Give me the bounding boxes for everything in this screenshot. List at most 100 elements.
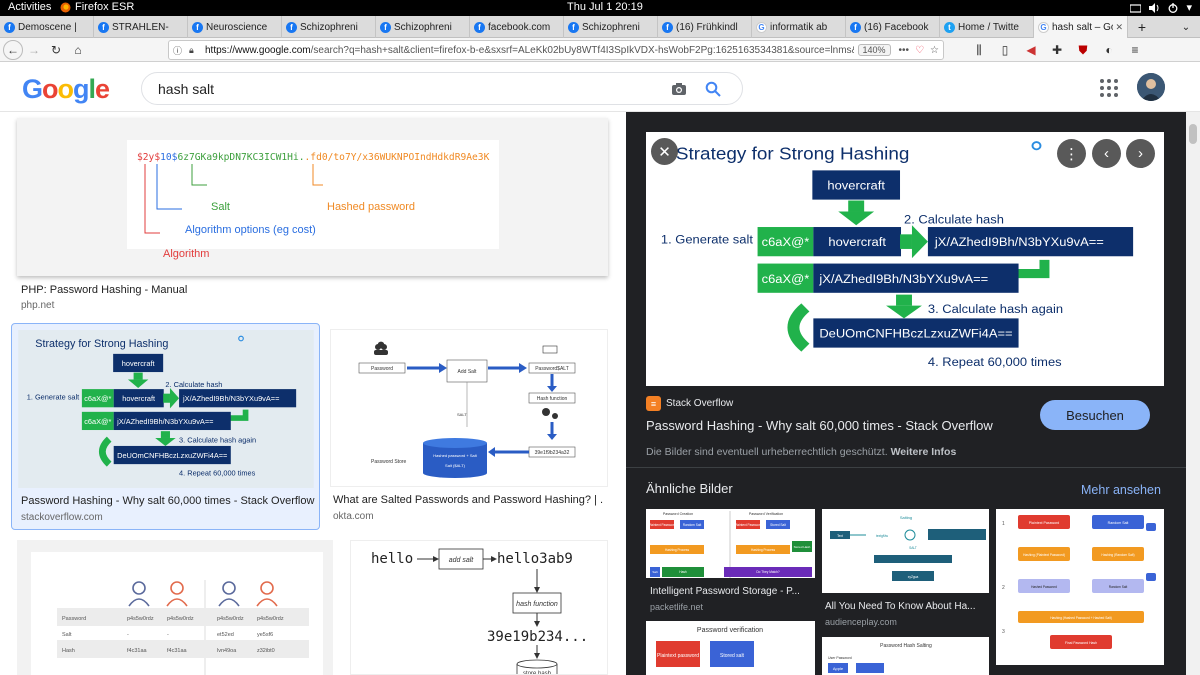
r1-p2: Plaintext Password bbox=[734, 523, 761, 527]
menu-icon[interactable]: ≡ bbox=[1124, 40, 1146, 60]
tab-5[interactable]: f facebook.com bbox=[470, 16, 564, 38]
table-cell: - bbox=[167, 632, 169, 638]
result-title[interactable]: What are Salted Passwords and Password H… bbox=[333, 494, 603, 506]
plus-icon: + bbox=[1137, 19, 1147, 35]
result-thumbnail[interactable]: Strategy for Strong Hashing hovercraft 1… bbox=[18, 330, 314, 488]
google-apps-icon[interactable] bbox=[1099, 78, 1119, 98]
url-text[interactable]: https://www.google.com/search?q=hash+sal… bbox=[205, 45, 854, 56]
result-hello-salt[interactable]: hello add salt hello3ab9 hash function 3… bbox=[350, 540, 608, 675]
library-icon[interactable]: ⫼ bbox=[968, 40, 990, 60]
search-input[interactable]: hash salt bbox=[158, 81, 658, 97]
home-button[interactable]: ⌂ bbox=[67, 40, 89, 60]
previous-image-button[interactable]: ‹ bbox=[1092, 139, 1121, 168]
result-title[interactable]: Password Hashing - Why salt 60,000 times… bbox=[21, 495, 316, 507]
reload-button[interactable]: ↻ bbox=[45, 40, 67, 60]
extension-puzzle-icon[interactable]: ✚ bbox=[1046, 40, 1068, 60]
label-algorithm: Algorithm bbox=[163, 248, 210, 260]
close-tab-icon[interactable]: ✕ bbox=[1115, 22, 1123, 33]
table-cell: p4s5w0rdz bbox=[257, 616, 284, 622]
r5-u: User Password bbox=[828, 656, 852, 660]
result-table-image[interactable]: Password p4s5w0rdz p4s5w0rdz p4s5w0rdz p4s5w… bbox=[17, 540, 333, 675]
google-logo[interactable]: Google bbox=[22, 74, 110, 105]
more-info-link[interactable]: Weitere Infos bbox=[891, 446, 957, 458]
result-source[interactable]: okta.com bbox=[333, 511, 374, 522]
tab-2[interactable]: f Neuroscience bbox=[188, 16, 282, 38]
result-thumbnail[interactable]: Password p4s5w0rdz p4s5w0rdz p4s5w0rdz p4s5w… bbox=[17, 540, 333, 675]
result-thumbnail[interactable]: hello add salt hello3ab9 hash function 3… bbox=[350, 540, 608, 675]
bookmark-star-icon[interactable]: ☆ bbox=[930, 45, 939, 56]
camera-icon[interactable] bbox=[666, 76, 692, 102]
activities-button[interactable]: Activities bbox=[8, 1, 51, 13]
page-actions-icon[interactable]: ••• bbox=[899, 45, 910, 56]
result-okta[interactable]: Password Add Salt Password$ALT Hash func… bbox=[330, 329, 608, 529]
sidebar-icon[interactable]: ▯ bbox=[994, 40, 1016, 60]
tab-9[interactable]: f (16) Facebook bbox=[846, 16, 940, 38]
clock[interactable]: Thu Jul 1 20:19 bbox=[567, 1, 643, 13]
more-options-button[interactable]: ⋮ bbox=[1057, 139, 1086, 168]
related-image-3[interactable]: Plaintext Password Random Salt Hashing (… bbox=[996, 509, 1164, 665]
preview-title[interactable]: Password Hashing - Why salt 60,000 times… bbox=[646, 418, 993, 433]
pocket-icon[interactable]: ♡ bbox=[915, 45, 924, 56]
result-source[interactable]: php.net bbox=[21, 300, 54, 311]
tab-0[interactable]: f Demoscene | bbox=[0, 16, 94, 38]
hash-1: jX/AZhedI9Bh/N3bYXu9vA== bbox=[182, 394, 279, 403]
related-image-4[interactable]: Password verification Plaintext password… bbox=[646, 621, 815, 675]
tab-6[interactable]: f Schizophreni bbox=[564, 16, 658, 38]
r5-a: Apple bbox=[833, 666, 844, 671]
result-title[interactable]: PHP: Password Hashing - Manual bbox=[21, 284, 187, 296]
app-menu[interactable]: Firefox ESR bbox=[60, 1, 134, 13]
tab-11[interactable]: Ghash salt – Go ✕ bbox=[1034, 16, 1128, 38]
table-cell: p4s5w0rdz bbox=[127, 616, 154, 622]
back-button[interactable]: ← bbox=[3, 39, 23, 60]
extension-icon[interactable]: ◐ bbox=[1098, 40, 1120, 60]
tab-1[interactable]: f STRAHLEN- bbox=[94, 16, 188, 38]
table-cell: ye5sf6 bbox=[257, 632, 273, 638]
close-preview-button[interactable]: ✕ bbox=[651, 138, 678, 165]
result-thumbnail[interactable]: Password Add Salt Password$ALT Hash func… bbox=[330, 329, 608, 487]
extension-megaphone-icon[interactable]: ◀ bbox=[1020, 40, 1042, 60]
preview-image[interactable]: Strategy for Strong Hashing hovercraft 1… bbox=[646, 132, 1164, 386]
tab-3[interactable]: f Schizophreni bbox=[282, 16, 376, 38]
search-icon[interactable] bbox=[700, 76, 726, 102]
url-bar[interactable]: ⓘ 🔒︎ https://www.google.com/search?q=has… bbox=[168, 40, 944, 60]
facebook-icon: f bbox=[474, 21, 485, 33]
new-tab-button[interactable]: + bbox=[1128, 16, 1156, 38]
lock-icon[interactable]: 🔒︎ bbox=[189, 45, 201, 56]
related-title-2[interactable]: All You Need To Know About Ha... bbox=[825, 601, 989, 612]
tab-list-button[interactable]: ⌄ bbox=[1172, 16, 1200, 38]
tab-10[interactable]: t Home / Twitte bbox=[940, 16, 1034, 38]
tab-title: STRAHLEN- bbox=[112, 21, 169, 33]
zoom-indicator[interactable]: 140% bbox=[857, 44, 891, 56]
see-more-link[interactable]: Mehr ansehen bbox=[1081, 483, 1161, 497]
source-row[interactable]: ≡ Stack Overflow bbox=[646, 396, 733, 411]
related-title-1[interactable]: Intelligent Password Storage - P... bbox=[650, 586, 815, 597]
search-box[interactable]: hash salt bbox=[141, 72, 743, 105]
related-source-2[interactable]: audienceplay.com bbox=[825, 617, 897, 627]
system-tray[interactable]: ▾ bbox=[1130, 1, 1192, 14]
r3-r: Random Salt bbox=[1108, 521, 1129, 525]
ublock-icon[interactable]: ⛊ bbox=[1072, 40, 1094, 60]
more-vert-icon: ⋮ bbox=[1064, 145, 1079, 163]
page-scrollbar[interactable] bbox=[1186, 112, 1200, 675]
result-php[interactable]: $2y$10$6z7GKa9kpDN7KC3ICW1Hi..fd0/to7Y/x… bbox=[17, 118, 608, 313]
related-image-5[interactable]: Password Hash Salting User Password Appl… bbox=[822, 637, 989, 675]
step1: 1. Generate salt bbox=[27, 392, 79, 401]
table-cell: f4c31aa bbox=[127, 648, 148, 654]
forward-button[interactable]: → bbox=[23, 40, 45, 60]
info-icon[interactable]: ⓘ bbox=[173, 44, 185, 57]
toolbar-right: ⫼ ▯ ◀ ✚ ⛊ ◐ ≡ bbox=[968, 40, 1146, 60]
result-stackoverflow[interactable]: Strategy for Strong Hashing hovercraft 1… bbox=[11, 323, 320, 530]
result-source[interactable]: stackoverflow.com bbox=[21, 512, 103, 523]
related-image-1[interactable]: Password Creation Password Verification … bbox=[646, 509, 815, 578]
related-source-1[interactable]: packetlife.net bbox=[650, 602, 703, 612]
tab-7[interactable]: f (16) Frühkindl bbox=[658, 16, 752, 38]
tab-8[interactable]: Ginformatik ab bbox=[752, 16, 846, 38]
firefox-icon bbox=[60, 2, 71, 12]
result-thumbnail[interactable]: $2y$10$6z7GKa9kpDN7KC3ICW1Hi..fd0/to7Y/x… bbox=[17, 118, 608, 276]
next-image-button[interactable]: › bbox=[1126, 139, 1155, 168]
step2: 2. Calculate hash bbox=[904, 213, 1004, 226]
tab-4[interactable]: f Schizophreni bbox=[376, 16, 470, 38]
avatar[interactable] bbox=[1137, 73, 1165, 101]
related-image-2[interactable]: Salting Text textgMw SALT xyZgua bbox=[822, 509, 989, 593]
visit-button[interactable]: Besuchen bbox=[1040, 400, 1150, 430]
